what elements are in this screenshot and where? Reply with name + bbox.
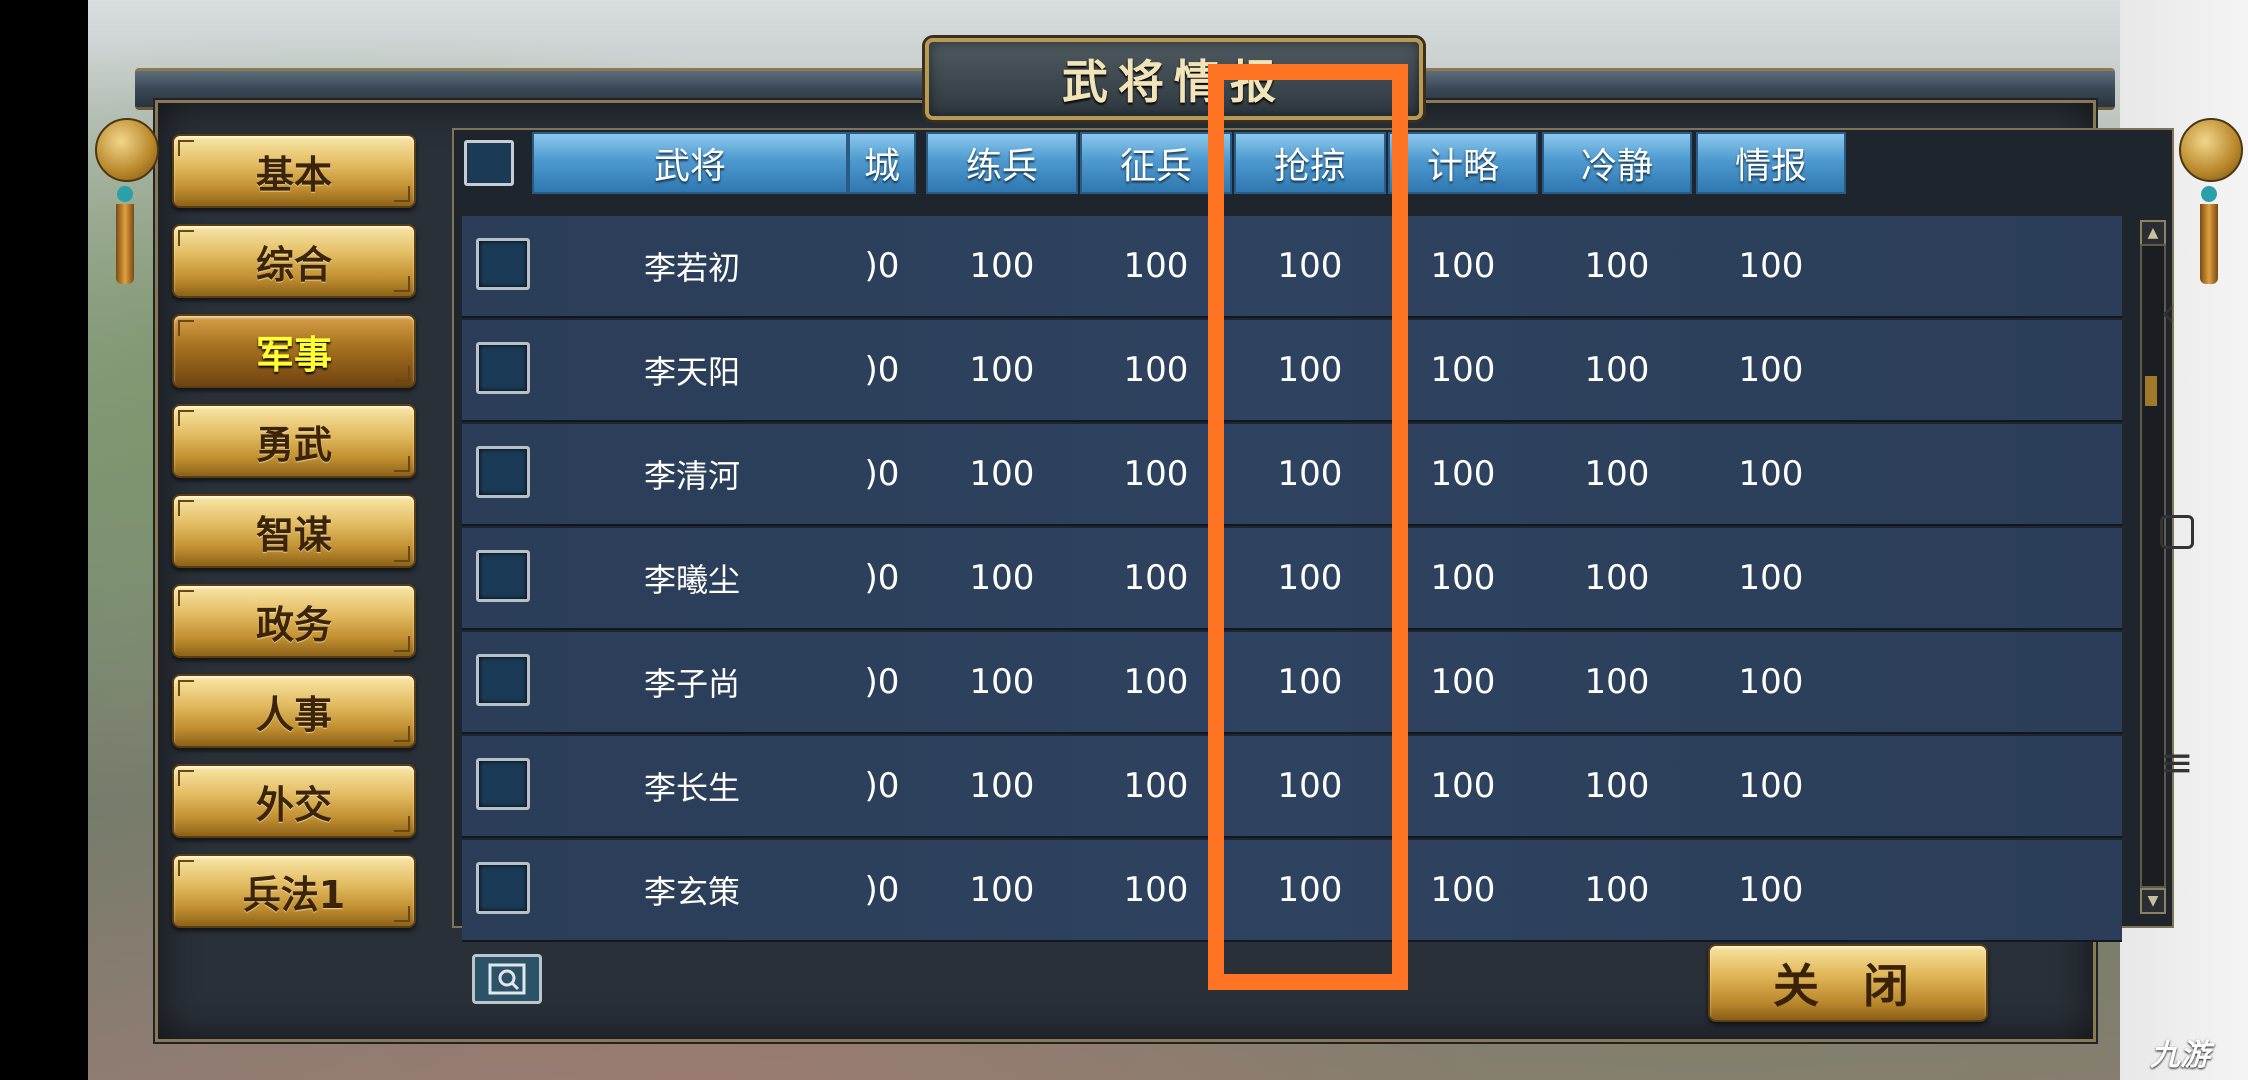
stat-cell: )0	[864, 350, 900, 390]
stat-cell: 100	[969, 558, 1035, 598]
tab-personnel[interactable]: 人事	[172, 674, 416, 748]
stat-cell: )0	[864, 766, 900, 806]
column-header-scheme[interactable]: 计略	[1388, 132, 1538, 194]
stat-cell: 100	[969, 454, 1035, 494]
stat-cell: 100	[969, 662, 1035, 702]
tab-administration[interactable]: 政务	[172, 584, 416, 658]
stat-cell: )0	[864, 558, 900, 598]
row-checkbox[interactable]	[476, 550, 530, 602]
menu-icon[interactable]: ≡	[2160, 740, 2194, 786]
column-header-training[interactable]: 练兵	[926, 132, 1078, 194]
stat-cell: )0	[864, 246, 900, 286]
stat-cell: 100	[1584, 662, 1650, 702]
stat-cell: 100	[1430, 454, 1496, 494]
tab-strategy[interactable]: 智谋	[172, 494, 416, 568]
right-tassel-ornament	[2179, 118, 2243, 284]
tab-military[interactable]: 军事	[172, 314, 416, 388]
stat-cell: 100	[1430, 350, 1496, 390]
search-button[interactable]	[472, 954, 542, 1004]
stat-cell: 100	[969, 870, 1035, 910]
scroll-down-arrow[interactable]: ▼	[2140, 888, 2166, 914]
stat-cell: 100	[1738, 870, 1804, 910]
tab-basic[interactable]: 基本	[172, 134, 416, 208]
tab-overview[interactable]: 综合	[172, 224, 416, 298]
highlight-box-annotation	[1208, 64, 1408, 990]
row-checkbox[interactable]	[476, 342, 530, 394]
stat-cell: 100	[1738, 454, 1804, 494]
stat-cell: 100	[1430, 662, 1496, 702]
tab-valor[interactable]: 勇武	[172, 404, 416, 478]
stat-cell: )0	[864, 454, 900, 494]
general-name: 李长生	[643, 769, 740, 807]
column-header-calm[interactable]: 冷静	[1542, 132, 1692, 194]
stat-cell: 100	[1430, 870, 1496, 910]
scrollbar-thumb[interactable]	[2145, 376, 2157, 406]
general-name: 李子尚	[643, 665, 740, 703]
stat-cell: 100	[1430, 558, 1496, 598]
stat-cell: 100	[1738, 766, 1804, 806]
stat-cell: 100	[1738, 246, 1804, 286]
home-icon[interactable]	[2160, 515, 2194, 549]
back-icon[interactable]: ‹	[2160, 290, 2176, 336]
stat-cell: 100	[1430, 766, 1496, 806]
row-checkbox[interactable]	[476, 862, 530, 914]
stat-cell: 100	[1584, 870, 1650, 910]
stat-cell: 100	[1584, 350, 1650, 390]
general-name: 李清河	[643, 457, 740, 495]
general-name: 李天阳	[643, 353, 740, 391]
row-checkbox[interactable]	[476, 446, 530, 498]
column-header-general[interactable]: 武将	[532, 132, 848, 194]
stat-cell: 100	[1584, 766, 1650, 806]
row-checkbox[interactable]	[476, 238, 530, 290]
tab-diplomacy[interactable]: 外交	[172, 764, 416, 838]
table-scrollbar[interactable]	[2140, 244, 2166, 888]
stat-cell: 100	[1584, 246, 1650, 286]
scroll-up-arrow[interactable]: ▲	[2140, 220, 2166, 246]
general-name: 李曦尘	[643, 561, 740, 599]
stat-cell: 100	[969, 350, 1035, 390]
search-icon	[488, 963, 526, 995]
close-button[interactable]: 关 闭	[1708, 944, 1988, 1022]
general-name: 李玄策	[643, 873, 740, 911]
stat-cell: 100	[1584, 558, 1650, 598]
select-all-checkbox[interactable]	[464, 140, 514, 186]
category-sidebar: 基本 综合 军事 勇武 智谋 政务 人事 外交 兵法1	[172, 134, 420, 944]
watermark-logo: 九游	[2150, 1038, 2210, 1073]
column-header-city[interactable]: 城	[848, 132, 916, 194]
stat-cell: )0	[864, 662, 900, 702]
stat-cell: 100	[969, 766, 1035, 806]
stat-cell: )0	[864, 870, 900, 910]
stat-cell: 100	[969, 246, 1035, 286]
general-name: 李若初	[643, 249, 740, 287]
stat-cell: 100	[1738, 350, 1804, 390]
stat-cell: 100	[1738, 558, 1804, 598]
row-checkbox[interactable]	[476, 758, 530, 810]
row-checkbox[interactable]	[476, 654, 530, 706]
tab-tactics-1[interactable]: 兵法1	[172, 854, 416, 928]
stat-cell: 100	[1584, 454, 1650, 494]
left-tassel-ornament	[95, 118, 159, 284]
column-header-intel[interactable]: 情报	[1696, 132, 1846, 194]
stat-cell: 100	[1430, 246, 1496, 286]
stat-cell: 100	[1738, 662, 1804, 702]
